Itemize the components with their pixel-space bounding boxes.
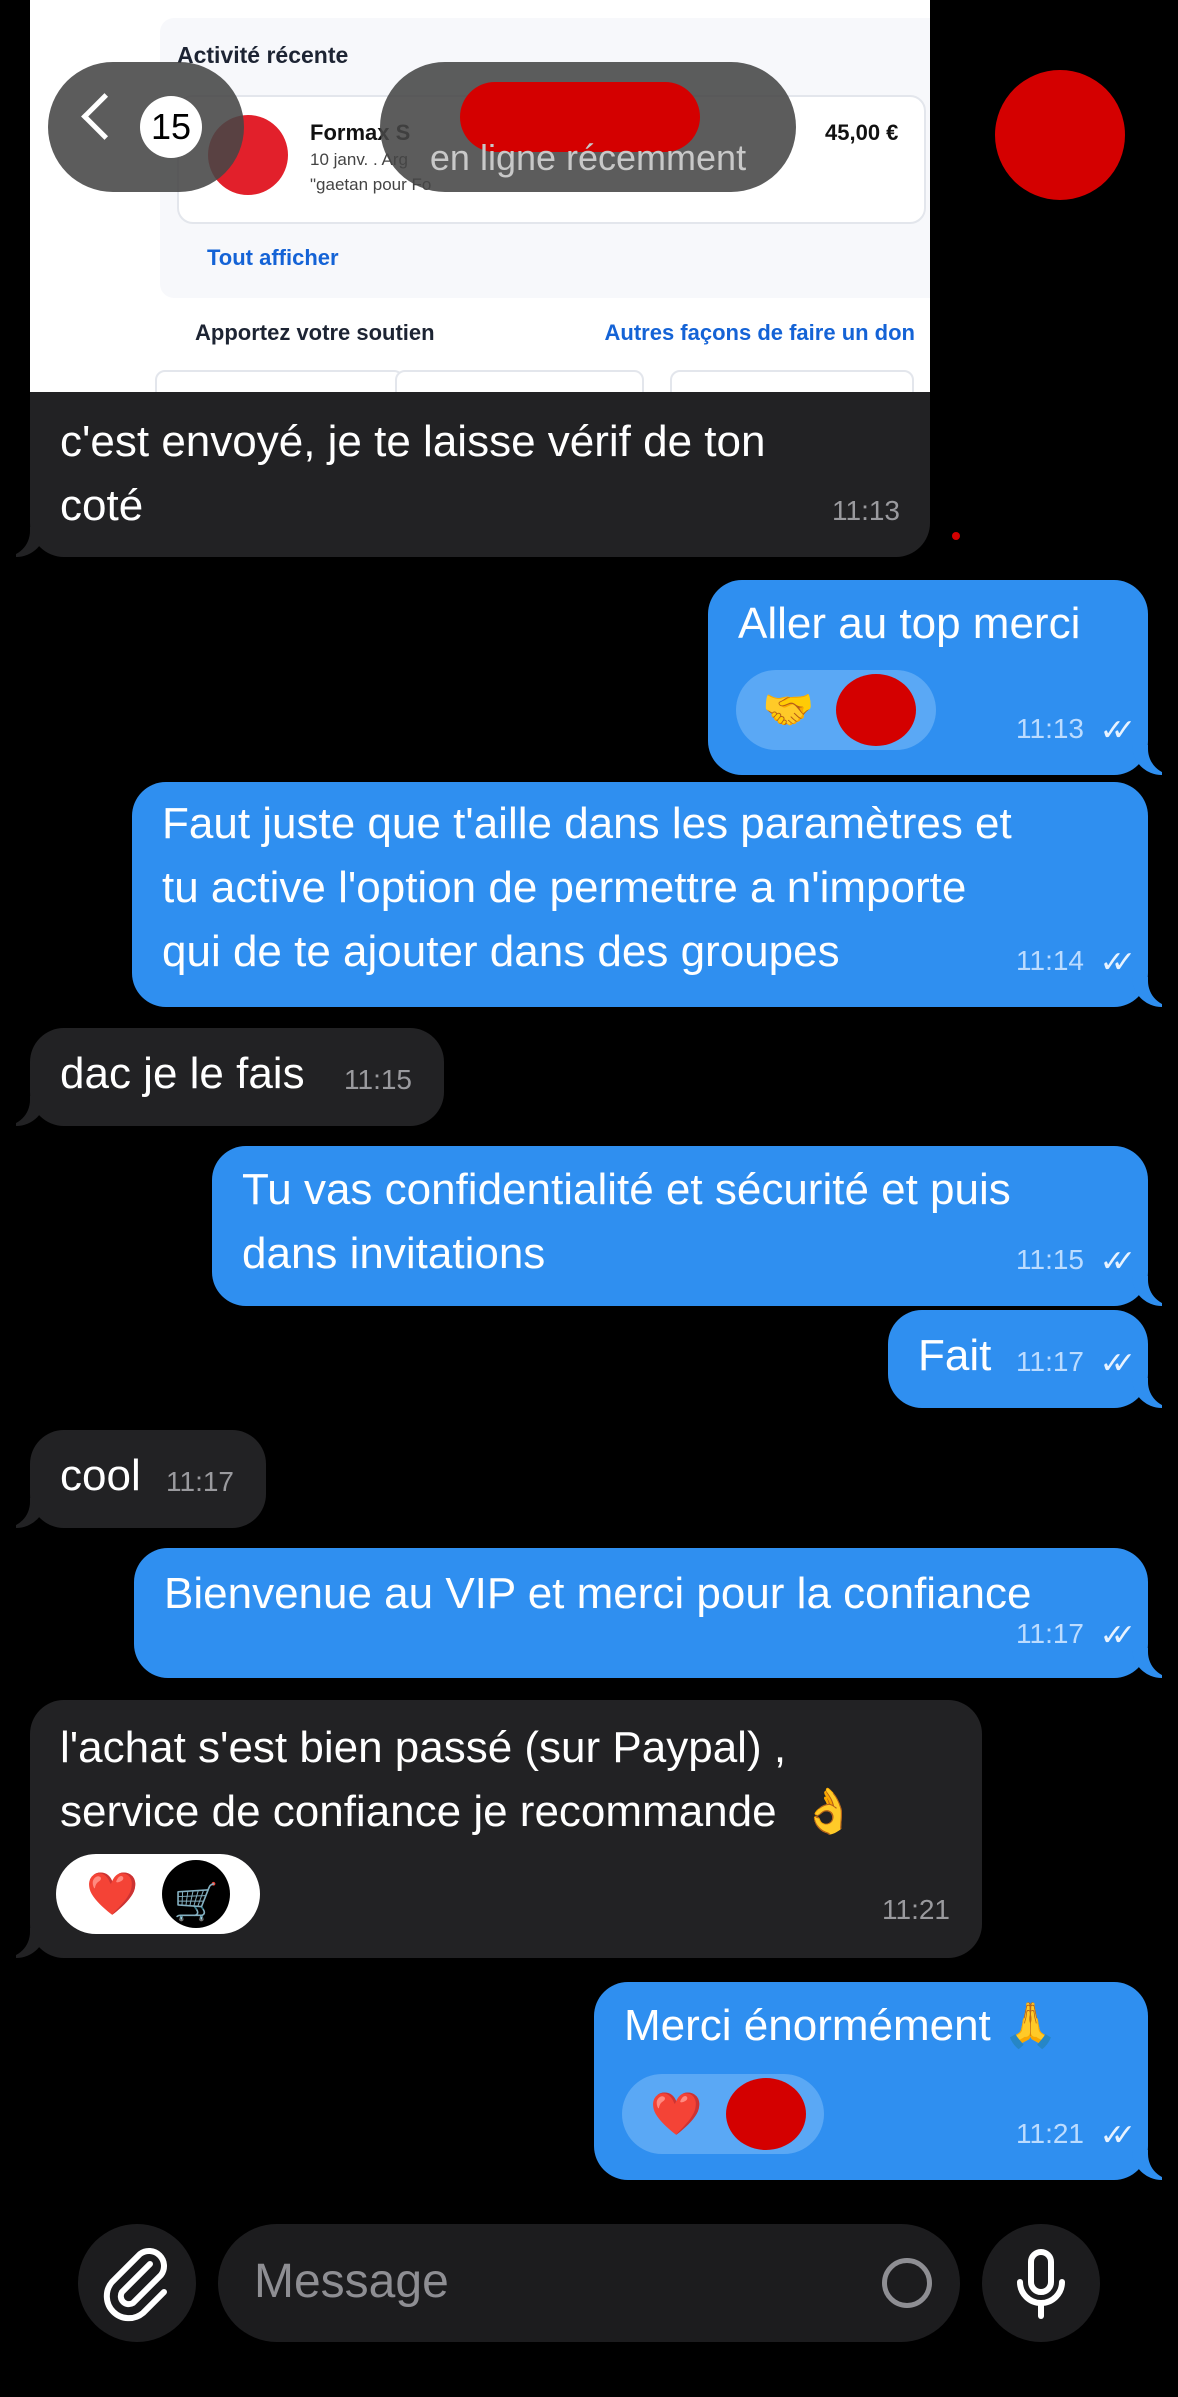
message-input[interactable]: Message xyxy=(218,2224,960,2342)
online-status: en ligne récemment xyxy=(429,137,747,178)
bubble-tail xyxy=(1132,977,1178,1007)
message-time: 11:21 xyxy=(1016,2118,1084,2149)
read-ticks-icon: ✓✓ xyxy=(1099,946,1136,979)
message-time: 11:14 xyxy=(1016,945,1084,976)
show-all-link: Tout afficher xyxy=(207,245,339,270)
message-text: Merci énormément 🙏 xyxy=(624,2001,1058,2050)
contact-avatar[interactable] xyxy=(995,70,1125,200)
redacted-avatar xyxy=(836,674,916,746)
message-time: 11:17 xyxy=(1016,1618,1084,1649)
support-option xyxy=(155,370,404,392)
message-time: 11:21 xyxy=(882,1894,950,1925)
chevron-left-icon xyxy=(81,93,128,140)
message-time: 11:13 xyxy=(832,495,900,526)
message-text: l'achat s'est bien passé (sur Paypal) , … xyxy=(60,1723,856,1836)
message-time: 11:13 xyxy=(1016,713,1084,744)
message-time: 11:15 xyxy=(344,1064,412,1095)
bubble-tail xyxy=(0,1498,46,1528)
microphone-button[interactable] xyxy=(982,2224,1100,2342)
activity-amount: 45,00 € xyxy=(825,120,899,145)
message-time: 11:15 xyxy=(1016,1244,1084,1275)
red-dot xyxy=(952,532,960,540)
bubble-tail xyxy=(0,1928,46,1958)
message-text: Aller au top merci xyxy=(738,599,1081,648)
message-text: Bienvenue au VIP et merci pour la confia… xyxy=(164,1569,1032,1618)
incoming-message[interactable]: dac je le fais 11:15 xyxy=(0,1028,444,1126)
bubble-tail xyxy=(1132,1276,1178,1306)
heart-reaction-icon: ❤️ xyxy=(86,1870,139,1917)
outgoing-message[interactable]: Aller au top merci 🤝 11:13 ✓✓ xyxy=(708,580,1178,775)
bubble-tail xyxy=(1132,1378,1178,1408)
read-ticks-icon: ✓✓ xyxy=(1099,2119,1136,2152)
read-ticks-icon: ✓✓ xyxy=(1099,714,1136,747)
chat-title[interactable]: en ligne récemment xyxy=(380,62,796,192)
outgoing-message[interactable]: Tu vas confidentialité et sécurité et pu… xyxy=(212,1146,1178,1306)
outgoing-message[interactable]: Bienvenue au VIP et merci pour la confia… xyxy=(134,1548,1178,1678)
microphone-icon xyxy=(1017,2249,1065,2319)
bubble-tail xyxy=(0,527,46,557)
bubble-tail xyxy=(1132,1648,1178,1678)
sticker-icon[interactable] xyxy=(882,2258,932,2308)
other-ways-link: Autres façons de faire un don xyxy=(604,320,916,345)
attach-button[interactable] xyxy=(78,2224,196,2342)
paperclip-icon xyxy=(103,2248,167,2322)
message-text: Tu vas confidentialité et sécurité et pu… xyxy=(242,1165,1011,1278)
incoming-message[interactable]: l'achat s'est bien passé (sur Paypal) , … xyxy=(0,1700,982,1958)
reaction-bar[interactable]: ❤️ 🛒 xyxy=(56,1854,260,1934)
message-placeholder: Message xyxy=(254,2255,449,2308)
message-text: c'est envoyé, je te laisse vérif de ton … xyxy=(60,417,766,530)
support-option xyxy=(670,370,914,392)
shop-avatar: 🛒 xyxy=(162,1860,230,1928)
cart-icon: 🛒 xyxy=(173,1881,219,1922)
outgoing-message[interactable]: Faut juste que t'aille dans les paramètr… xyxy=(132,782,1178,1007)
incoming-message[interactable]: c'est envoyé, je te laisse vérif de ton … xyxy=(0,392,930,557)
unread-count-badge: 15 xyxy=(140,96,202,158)
handshake-reaction-icon: 🤝 xyxy=(762,686,815,733)
back-button[interactable]: 15 xyxy=(48,62,244,192)
outgoing-message[interactable]: Merci énormément 🙏 ❤️ 11:21 ✓✓ xyxy=(594,1982,1178,2180)
shared-screenshot[interactable]: Activité récente Formax S 10 janv. . Arg… xyxy=(30,0,930,392)
message-time: 11:17 xyxy=(166,1466,234,1497)
read-ticks-icon: ✓✓ xyxy=(1099,1619,1136,1652)
bubble-tail xyxy=(1132,745,1178,775)
redacted-avatar xyxy=(726,2078,806,2150)
reaction-bar[interactable]: 🤝 xyxy=(736,670,936,750)
heart-reaction-icon: ❤️ xyxy=(650,2090,703,2137)
incoming-message[interactable]: cool 11:17 xyxy=(0,1430,266,1528)
bubble-tail xyxy=(0,1096,46,1126)
outgoing-message[interactable]: Fait 11:17 ✓✓ xyxy=(888,1310,1178,1408)
reaction-bar[interactable]: ❤️ xyxy=(622,2074,824,2154)
bubble-tail xyxy=(1132,2150,1178,2180)
read-ticks-icon: ✓✓ xyxy=(1099,1347,1136,1380)
support-title: Apportez votre soutien xyxy=(195,320,435,345)
message-time: 11:17 xyxy=(1016,1346,1084,1377)
support-option xyxy=(395,370,644,392)
recent-activity-title: Activité récente xyxy=(177,42,349,68)
read-ticks-icon: ✓✓ xyxy=(1099,1245,1136,1278)
message-text: Faut juste que t'aille dans les paramètr… xyxy=(162,799,1012,976)
